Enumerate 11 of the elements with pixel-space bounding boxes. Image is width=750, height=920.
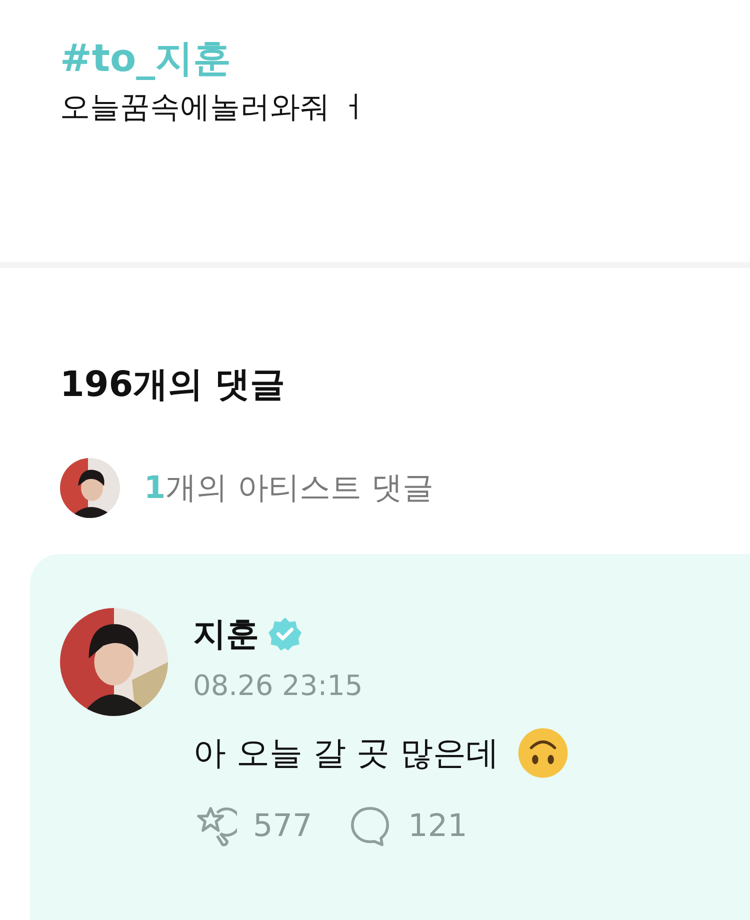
artist-comment-label: 개의 아티스트 댓글 [166,469,434,508]
comment-text: 아 오늘 갈 곳 많은데 [193,732,499,774]
author-name: 지훈 [193,612,259,654]
reply-button[interactable]: 121 [348,804,468,848]
post-text: 오늘꿈속에놀러와줘 ㅓ [60,89,371,127]
hashtag-link[interactable]: #to_지훈 [60,30,690,86]
like-button[interactable]: 577 [193,804,312,848]
upside-down-face-icon [516,727,569,779]
artist-comment-count: 1 [144,470,166,506]
comment-time: 08.26 23:15 [193,668,364,704]
comments-count: 196개의 댓글 [60,364,286,407]
